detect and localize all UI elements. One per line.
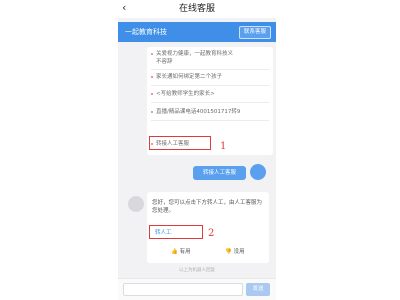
thumbs-up-icon: 👍 — [171, 249, 178, 255]
divider — [151, 102, 269, 103]
thumbs-down-icon: 👎 — [225, 249, 232, 255]
input-bar: 发送 — [118, 278, 276, 300]
bullet-icon — [151, 110, 153, 113]
faq-item[interactable]: 关爱视力健康，一起教育科技义 — [151, 51, 269, 58]
user-message: 转接人工客服 — [193, 166, 246, 180]
contact-support-button[interactable]: 联系客服 — [238, 26, 271, 39]
faq-item[interactable]: <写给教师学生的家长> — [151, 91, 269, 98]
divider — [151, 85, 269, 86]
user-avatar — [250, 164, 266, 180]
divider — [151, 69, 269, 70]
top-bar: ‹ 在线客服 — [118, 0, 276, 18]
message-input[interactable] — [123, 283, 243, 296]
header-title: 一起教育科技 — [125, 28, 167, 36]
useless-button[interactable]: 👎 没用 — [225, 247, 245, 257]
bot-message-text: 您好，您可以点击下方转人工，由人工客服为您处理。 — [152, 200, 263, 214]
useful-button[interactable]: 👍 有用 — [171, 247, 191, 257]
bot-reply-tip: 以上为机器人回复 — [179, 268, 215, 273]
chat-header: 一起教育科技 联系客服 — [118, 22, 276, 42]
chat-screen: ‹ 在线客服 一起教育科技 联系客服 关爱视力健康，一起教育科技义 不容辞 家长… — [118, 0, 276, 300]
bullet-icon — [151, 75, 153, 78]
highlight-box-1 — [149, 136, 211, 150]
send-button[interactable]: 发送 — [246, 283, 270, 296]
bullet-icon — [151, 52, 153, 55]
faq-item[interactable]: 家长通如何绑定第二个孩子 — [151, 74, 269, 81]
annotation-number-2: 2 — [208, 228, 215, 239]
divider — [151, 120, 269, 121]
bullet-icon — [151, 92, 153, 95]
page-title: 在线客服 — [178, 4, 215, 14]
feedback-row: 👍 有用 👎 没用 — [147, 247, 269, 259]
faq-item-continued[interactable]: 不容辞 — [151, 59, 269, 66]
faq-item[interactable]: 直播/精品课电话4001501717转9 — [151, 109, 269, 116]
highlight-box-2 — [149, 225, 203, 239]
bot-avatar — [128, 196, 144, 212]
annotation-number-1: 1 — [220, 141, 227, 152]
